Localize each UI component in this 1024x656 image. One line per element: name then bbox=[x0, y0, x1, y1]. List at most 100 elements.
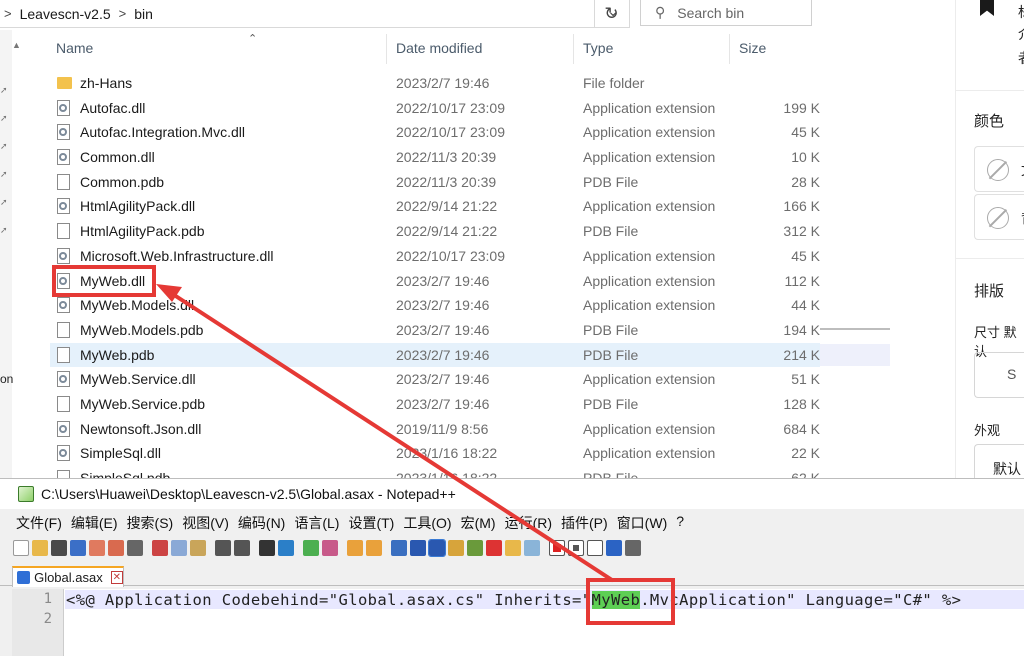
column-header-type[interactable]: Type bbox=[583, 40, 613, 56]
file-row[interactable]: Newtonsoft.Json.dll 2019/11/9 8:56 Applica… bbox=[50, 417, 820, 442]
word-wrap-icon[interactable] bbox=[391, 540, 407, 556]
color-option-background[interactable]: 背 bbox=[974, 194, 1024, 240]
file-icon bbox=[57, 395, 70, 412]
navigation-item-fragment[interactable]: on bbox=[0, 372, 13, 386]
redo-icon[interactable] bbox=[234, 540, 250, 556]
file-row[interactable]: MyWeb.Service.pdb 2023/2/7 19:46 PDB File 1… bbox=[50, 392, 820, 417]
column-header-name[interactable]: Name bbox=[56, 40, 93, 56]
show-all-characters-icon[interactable] bbox=[410, 540, 426, 556]
function-list-icon[interactable] bbox=[486, 540, 502, 556]
close-tab-icon[interactable]: ✕ bbox=[110, 571, 123, 584]
search-placeholder: Search bin bbox=[677, 4, 745, 21]
menu-tools[interactable]: 工具(O) bbox=[403, 513, 451, 535]
file-row[interactable]: HtmlAgilityPack.dll 2022/9/14 21:22 Applic… bbox=[50, 194, 820, 219]
menu-settings[interactable]: 设置(T) bbox=[348, 513, 394, 535]
column-header-size[interactable]: Size bbox=[739, 40, 766, 56]
cut-icon[interactable] bbox=[152, 540, 168, 556]
zoom-out-icon[interactable] bbox=[322, 540, 338, 556]
menu-macro[interactable]: 宏(M) bbox=[461, 513, 496, 535]
copy-icon[interactable] bbox=[171, 540, 187, 556]
color-option-text[interactable]: 文 bbox=[974, 146, 1024, 192]
save-all-icon[interactable] bbox=[70, 540, 86, 556]
tab-global-asax[interactable]: Global.asax ✕ bbox=[12, 566, 124, 587]
gear-icon bbox=[59, 251, 67, 260]
record-macro-icon[interactable] bbox=[549, 540, 565, 556]
run-macro-multiple-icon[interactable] bbox=[606, 540, 622, 556]
file-name: HtmlAgilityPack.dll bbox=[80, 198, 196, 215]
file-row[interactable]: Autofac.dll 2022/10/17 23:09 Application e… bbox=[50, 96, 820, 121]
close-all-icon[interactable] bbox=[108, 540, 124, 556]
column-divider[interactable] bbox=[573, 34, 574, 64]
file-type: Application extension bbox=[583, 272, 716, 289]
code-line-1[interactable]: <%@ Application Codebehind="Global.asax.… bbox=[66, 591, 961, 609]
window-title-bar[interactable]: C:\Users\Huawei\Desktop\Leavescn-v2.5\Gl… bbox=[0, 479, 1024, 509]
find-icon[interactable] bbox=[259, 540, 275, 556]
zoom-in-icon[interactable] bbox=[303, 540, 319, 556]
column-divider[interactable] bbox=[386, 34, 387, 64]
indent-guide-icon[interactable] bbox=[428, 539, 446, 557]
size-button[interactable]: S bbox=[974, 352, 1024, 398]
stop-recording-icon[interactable] bbox=[568, 540, 584, 556]
menu-help[interactable]: ? bbox=[676, 513, 684, 535]
close-file-icon[interactable] bbox=[89, 540, 105, 556]
refresh-button[interactable]: ↻ bbox=[594, 0, 628, 28]
monitoring-icon[interactable] bbox=[524, 540, 540, 556]
open-file-icon[interactable] bbox=[32, 540, 48, 556]
file-row[interactable]: SimpleSql.dll 2023/1/16 18:22 Application … bbox=[50, 441, 820, 466]
menu-run[interactable]: 运行(R) bbox=[505, 513, 552, 535]
replace-icon[interactable] bbox=[278, 540, 294, 556]
dll-icon bbox=[57, 247, 70, 264]
file-row[interactable]: HtmlAgilityPack.pdb 2022/9/14 21:22 PDB Fi… bbox=[50, 219, 820, 244]
column-divider[interactable] bbox=[729, 34, 730, 64]
file-row[interactable]: Autofac.Integration.Mvc.dll 2022/10/17 23… bbox=[50, 120, 820, 145]
file-icon bbox=[57, 173, 70, 190]
notepad-plus-plus-logo-icon bbox=[18, 486, 34, 502]
menu-edit[interactable]: 编辑(E) bbox=[71, 513, 118, 535]
file-row[interactable]: MyWeb.pdb 2023/2/7 19:46 PDB File 214 K bbox=[50, 342, 820, 368]
breadcrumb-item-project[interactable]: Leavescn-v2.5 bbox=[20, 6, 111, 22]
no-color-icon bbox=[987, 207, 1009, 229]
code-editor[interactable]: 1 2 <%@ Application Codebehind="Global.a… bbox=[12, 589, 1024, 656]
scroll-up-arrow-icon[interactable]: ▲ bbox=[12, 40, 21, 50]
save-icon[interactable] bbox=[51, 540, 67, 556]
file-row[interactable]: MyWeb.dll 2023/2/7 19:46 Application exten… bbox=[50, 269, 820, 294]
file-date: 2023/2/7 19:46 bbox=[396, 75, 490, 91]
search-input[interactable]: ⚲ Search bin bbox=[640, 0, 812, 26]
sync-vertical-icon[interactable] bbox=[347, 540, 363, 556]
file-type: Application extension bbox=[583, 149, 716, 166]
file-row[interactable]: MyWeb.Models.pdb 2023/2/7 19:46 PDB File 19… bbox=[50, 318, 820, 343]
file-type: Application extension bbox=[583, 99, 716, 116]
bookmark-icon[interactable] bbox=[980, 0, 994, 16]
menu-window[interactable]: 窗口(W) bbox=[617, 513, 668, 535]
file-row[interactable]: zh-Hans 2023/2/7 19:46 File folder bbox=[50, 71, 820, 96]
breadcrumb-chevron-icon: > bbox=[118, 6, 127, 21]
file-row[interactable]: MyWeb.Service.dll 2023/2/7 19:46 Applicati… bbox=[50, 367, 820, 392]
address-bar[interactable]: > Leavescn-v2.5 > bin ⌄ bbox=[0, 0, 630, 28]
file-row[interactable]: MyWeb.Models.dll 2023/2/7 19:46 Applicatio… bbox=[50, 293, 820, 318]
new-file-icon[interactable] bbox=[13, 540, 29, 556]
menu-search[interactable]: 搜索(S) bbox=[127, 513, 174, 535]
menu-file[interactable]: 文件(F) bbox=[16, 513, 62, 535]
folder-as-workspace-icon[interactable] bbox=[505, 540, 521, 556]
document-map-icon[interactable] bbox=[467, 540, 483, 556]
sync-horizontal-icon[interactable] bbox=[366, 540, 382, 556]
print-icon[interactable] bbox=[127, 540, 143, 556]
layout-section-title: 排版 bbox=[974, 283, 1005, 300]
navigation-pane[interactable]: ➚ ➚ ➚ ➚ ➚ ➚ bbox=[0, 30, 12, 480]
properties-pane: 标 介 者 颜色 文 背 排版 尺寸 默认 S 外观 默认 bbox=[955, 0, 1024, 490]
toolbar bbox=[0, 536, 1024, 560]
save-macro-icon[interactable] bbox=[625, 540, 641, 556]
file-row[interactable]: Common.pdb 2022/11/3 20:39 PDB File 28 K bbox=[50, 170, 820, 195]
menu-language[interactable]: 语言(L) bbox=[294, 513, 339, 535]
breadcrumb-item-bin[interactable]: bin bbox=[134, 6, 153, 22]
column-header-date[interactable]: Date modified bbox=[396, 40, 482, 56]
file-row[interactable]: Common.dll 2022/11/3 20:39 Application ext… bbox=[50, 145, 820, 170]
menu-encoding[interactable]: 编码(N) bbox=[238, 513, 285, 535]
user-language-icon[interactable] bbox=[448, 540, 464, 556]
menu-view[interactable]: 视图(V) bbox=[182, 513, 229, 535]
menu-plugins[interactable]: 插件(P) bbox=[561, 513, 608, 535]
paste-icon[interactable] bbox=[190, 540, 206, 556]
undo-icon[interactable] bbox=[215, 540, 231, 556]
play-macro-icon[interactable] bbox=[587, 540, 603, 556]
file-row[interactable]: Microsoft.Web.Infrastructure.dll 2022/10/… bbox=[50, 244, 820, 269]
